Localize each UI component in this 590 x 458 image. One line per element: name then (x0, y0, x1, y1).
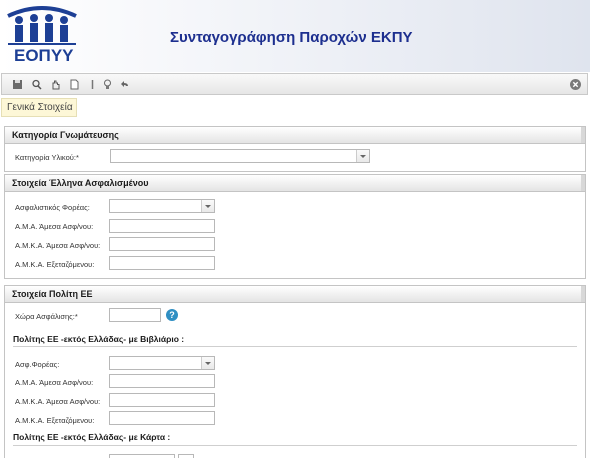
insurance-country-input[interactable] (109, 308, 161, 322)
eopyy-logo: ΕΟΠΥΥ (4, 4, 80, 68)
eu-card-fund-select[interactable] (109, 454, 175, 458)
tab-general-info[interactable]: Γενικά Στοιχεία (1, 98, 77, 117)
eu-amka-direct-input[interactable] (109, 393, 215, 407)
eu-amka-examinee-input[interactable] (109, 411, 215, 425)
insurance-country-label: Χώρα Ασφάλισης:* (15, 312, 78, 321)
eu-card-heading: Πολίτης ΕΕ -εκτός Ελλάδας- με Κάρτα : (13, 432, 171, 442)
eu-booklet-heading: Πολίτης ΕΕ -εκτός Ελλάδας- με Βιβλιάριο … (13, 334, 185, 344)
material-category-label: Κατηγορία Υλικού:* (15, 153, 79, 162)
panel-header-cap (581, 127, 585, 143)
logo-text: ΕΟΠΥΥ (14, 46, 74, 65)
chevron-down-icon[interactable] (201, 357, 214, 369)
material-category-select[interactable] (110, 149, 370, 163)
eu-card-secondary-field[interactable] (178, 454, 194, 458)
chevron-down-icon[interactable] (356, 150, 369, 162)
help-icon[interactable]: ? (166, 309, 178, 321)
ama-input[interactable] (109, 219, 215, 233)
section-divider (13, 445, 577, 446)
hand-icon[interactable] (49, 78, 62, 91)
eu-ama-input[interactable] (109, 374, 215, 388)
panel-header: Κατηγορία Γνωμάτευσης (5, 127, 585, 144)
search-icon[interactable] (30, 78, 43, 91)
panel-header-cap (581, 286, 585, 302)
document-icon[interactable] (68, 78, 81, 91)
panel-title: Στοιχεία Πολίτη ΕΕ (12, 289, 93, 299)
amka-direct-label: Α.Μ.Κ.Α. Άμεσα Ασφ/νου: (15, 241, 101, 250)
panel-header-cap (581, 175, 585, 191)
panel-title: Κατηγορία Γνωμάτευσης (12, 130, 119, 140)
page-title: Συνταγογράφηση Παροχών ΕΚΠΥ (170, 29, 413, 46)
eu-amka-examinee-label: Α.Μ.Κ.Α. Εξεταζόμενου: (15, 416, 95, 425)
ama-label: Α.Μ.Α. Άμεσα Ασφ/νου: (15, 222, 94, 231)
chevron-down-icon[interactable] (201, 200, 214, 212)
eu-fund-label: Ασφ.Φορέας: (15, 360, 60, 369)
save-icon[interactable] (11, 78, 24, 91)
eu-fund-select[interactable] (109, 356, 215, 370)
panel-header: Στοιχεία Πολίτη ΕΕ (5, 286, 585, 303)
close-icon[interactable] (569, 78, 582, 91)
amka-examinee-label: Α.Μ.Κ.Α. Εξεταζόμενου: (15, 260, 95, 269)
section-divider (13, 346, 577, 347)
panel-title: Στοιχεία Έλληνα Ασφαλισμένου (12, 178, 149, 188)
toolbar (1, 73, 588, 95)
amka-direct-input[interactable] (109, 237, 215, 251)
app-header: ΕΟΠΥΥ Συνταγογράφηση Παροχών ΕΚΠΥ (0, 0, 590, 72)
bulb-icon[interactable] (101, 78, 114, 91)
pin-icon[interactable] (86, 78, 99, 91)
insurance-fund-select[interactable] (109, 199, 215, 213)
insurance-fund-label: Ασφαλιστικός Φορέας: (15, 203, 90, 212)
panel-header: Στοιχεία Έλληνα Ασφαλισμένου (5, 175, 585, 192)
undo-icon[interactable] (119, 78, 132, 91)
eu-ama-label: Α.Μ.Α. Άμεσα Ασφ/νου: (15, 378, 94, 387)
eu-amka-direct-label: Α.Μ.Κ.Α. Άμεσα Ασφ/νου: (15, 397, 101, 406)
amka-examinee-input[interactable] (109, 256, 215, 270)
